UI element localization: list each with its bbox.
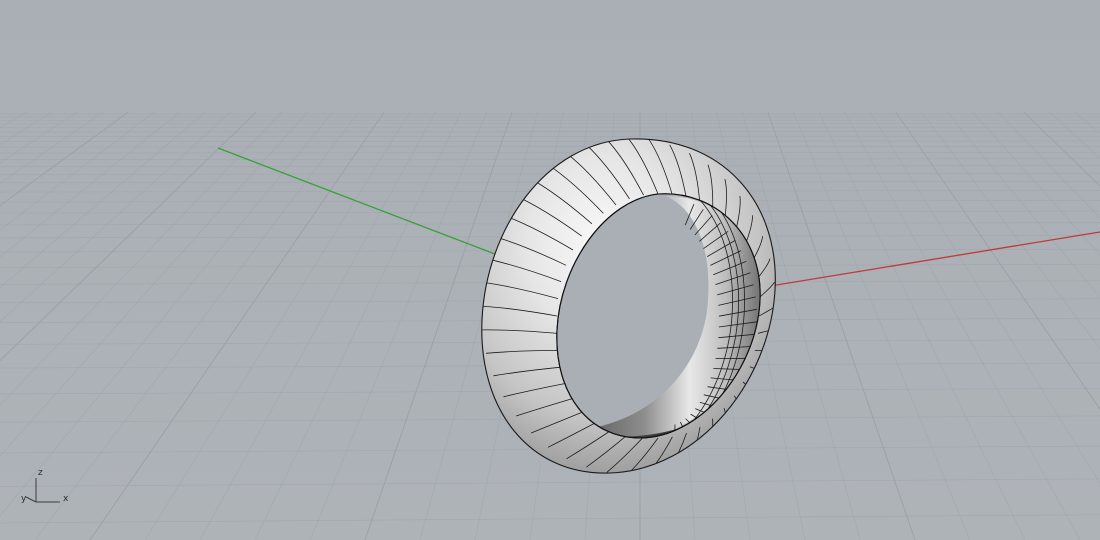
viewport-canvas[interactable]: z y x: [0, 0, 1100, 540]
perspective-viewport[interactable]: z y x: [0, 0, 1100, 540]
gizmo-y-label: y: [21, 494, 27, 504]
gizmo-z-label: z: [38, 468, 43, 478]
gizmo-x-label: x: [63, 494, 69, 504]
